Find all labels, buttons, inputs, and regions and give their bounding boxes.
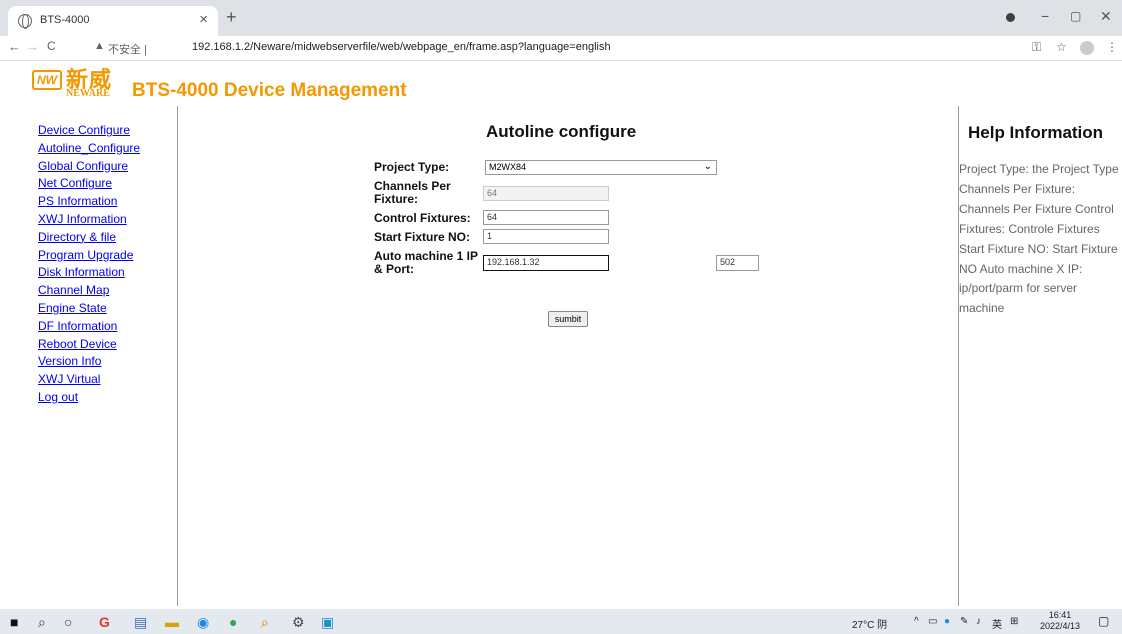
minimize-icon[interactable]: −	[1041, 8, 1049, 24]
forward-icon[interactable]: →	[26, 39, 39, 54]
menu-item-xwj-information[interactable]: XWJ Information	[38, 211, 140, 229]
menu-item-channel-map[interactable]: Channel Map	[38, 282, 140, 300]
menu-item-disk-information[interactable]: Disk Information	[38, 264, 140, 282]
auto-machine-port-field[interactable]: 502	[716, 255, 759, 271]
menu-item-ps-information[interactable]: PS Information	[38, 193, 140, 211]
help-text: Project Type: the Project Type Channels …	[959, 162, 1119, 316]
control-fixtures-label: Control Fixtures:	[374, 211, 471, 225]
menu-item-program-upgrade[interactable]: Program Upgrade	[38, 247, 140, 265]
menu-item-global-configure[interactable]: Global Configure	[38, 158, 140, 176]
browser-tab-strip: BTS-4000 × + − ▢ ✕	[0, 0, 1122, 36]
submit-button[interactable]: sumbit	[548, 311, 588, 327]
network-icon[interactable]: ●	[944, 616, 950, 627]
chrome-icon[interactable]: ◉	[197, 614, 209, 631]
close-window-icon[interactable]: ✕	[1100, 8, 1112, 25]
star-icon[interactable]: ☆	[1056, 40, 1067, 54]
menu-icon[interactable]: ⋮	[1106, 40, 1118, 54]
help-title: Help Information	[968, 123, 1104, 142]
back-icon[interactable]: ←	[8, 39, 21, 54]
insecure-label: 不安全 |	[108, 44, 147, 56]
menu-item-df-information[interactable]: DF Information	[38, 318, 140, 336]
menu-item-directory-file[interactable]: Directory & file	[38, 229, 140, 247]
logo-en-text: NEWARE	[66, 88, 110, 99]
left-divider	[177, 106, 178, 606]
keyboard-icon[interactable]: ⊞	[1010, 616, 1018, 627]
menu-item-autoline-configure[interactable]: Autoline_Configure	[38, 140, 140, 158]
clock-date: 2022/4/13	[1040, 621, 1081, 631]
warning-icon: ▲	[94, 40, 105, 52]
taskbar: ■ ⌕ ○ G ▤ ▬ ◉ ● ⌕ ⚙ ▣ 27°C 阴 ^ ▭ ● ✎ ♪ 英…	[0, 609, 1122, 634]
battery-icon: ▭	[928, 616, 938, 627]
new-tab-button[interactable]: +	[226, 7, 237, 28]
auto-machine-ip-field[interactable]: 192.168.1.32	[483, 255, 609, 271]
project-type-value: M2WX84	[489, 162, 527, 172]
project-type-label: Project Type:	[374, 160, 450, 174]
magnifier-app-icon[interactable]: ⌕	[261, 614, 269, 631]
folder-icon[interactable]: ▬	[165, 614, 179, 630]
menu-item-net-configure[interactable]: Net Configure	[38, 175, 140, 193]
menu-item-xwj-virtual[interactable]: XWJ Virtual	[38, 371, 140, 389]
task-view-icon[interactable]: ○	[64, 614, 72, 630]
app-g-icon[interactable]: G	[99, 614, 110, 630]
address-bar[interactable]: ▲ 不安全 | 192.168.1.2/Neware/midwebserverf…	[92, 38, 1002, 58]
project-type-select[interactable]: M2WX84 ⌄	[485, 160, 717, 175]
clock-time: 16:41	[1048, 610, 1072, 620]
page-title: BTS-4000 Device Management	[132, 80, 407, 101]
profile-icon[interactable]	[1080, 41, 1094, 55]
clock[interactable]: 16:41 2022/4/13	[1040, 610, 1080, 632]
auto-machine-label: Auto machine 1 IP & Port:	[374, 249, 478, 276]
chevron-down-icon: ⌄	[703, 161, 712, 172]
remote-desktop-icon[interactable]: ▣	[321, 614, 334, 631]
notification-icon[interactable]: ▢	[1098, 614, 1109, 628]
browser-toolbar: ← → C ▲ 不安全 | 192.168.1.2/Neware/midwebs…	[0, 36, 1122, 61]
menu-item-log-out[interactable]: Log out	[38, 389, 140, 407]
wechat-icon[interactable]: ●	[229, 614, 237, 630]
weather-text[interactable]: 27°C 阴	[852, 616, 887, 631]
restore-icon[interactable]: ▢	[1070, 9, 1081, 23]
file-manager-icon[interactable]: ▤	[134, 614, 147, 631]
logo-mark: NW	[32, 70, 62, 90]
volume-icon[interactable]: ♪	[976, 616, 981, 627]
settings-icon[interactable]: ⚙	[292, 614, 305, 631]
browser-tab[interactable]: BTS-4000 ×	[8, 6, 218, 36]
search-icon[interactable]: ⌕	[38, 614, 46, 631]
url-text: 192.168.1.2/Neware/midwebserverfile/web/…	[192, 41, 611, 53]
reload-icon[interactable]: C	[47, 39, 56, 53]
channels-field: 64	[483, 186, 609, 201]
ime-label[interactable]: 英	[992, 616, 1002, 631]
windows-start-icon[interactable]: ■	[10, 614, 18, 630]
menu-item-reboot-device[interactable]: Reboot Device	[38, 336, 140, 354]
key-icon[interactable]: ⚿	[1032, 40, 1041, 55]
tab-close-icon[interactable]: ×	[199, 11, 208, 28]
control-fixtures-field[interactable]: 64	[483, 210, 609, 225]
brand-logo: NW 新威 NEWARE BTS-4000 Device Management	[32, 64, 407, 104]
start-fixture-field[interactable]: 1	[483, 229, 609, 244]
menu-item-engine-state[interactable]: Engine State	[38, 300, 140, 318]
menu-item-version-info[interactable]: Version Info	[38, 353, 140, 371]
tray-chevron-icon[interactable]: ^	[914, 616, 919, 627]
tab-title: BTS-4000	[40, 14, 90, 26]
start-fixture-label: Start Fixture NO:	[374, 230, 471, 244]
menu-item-device-configure[interactable]: Device Configure	[38, 122, 140, 140]
channels-label: Channels Per Fixture:	[374, 179, 451, 206]
sidebar-menu: Device Configure Autoline_Configure Glob…	[38, 122, 140, 407]
form-title: Autoline configure	[486, 122, 637, 141]
globe-icon	[18, 14, 32, 29]
profile-dot-icon[interactable]	[1006, 13, 1015, 22]
pen-icon: ✎	[960, 616, 969, 627]
